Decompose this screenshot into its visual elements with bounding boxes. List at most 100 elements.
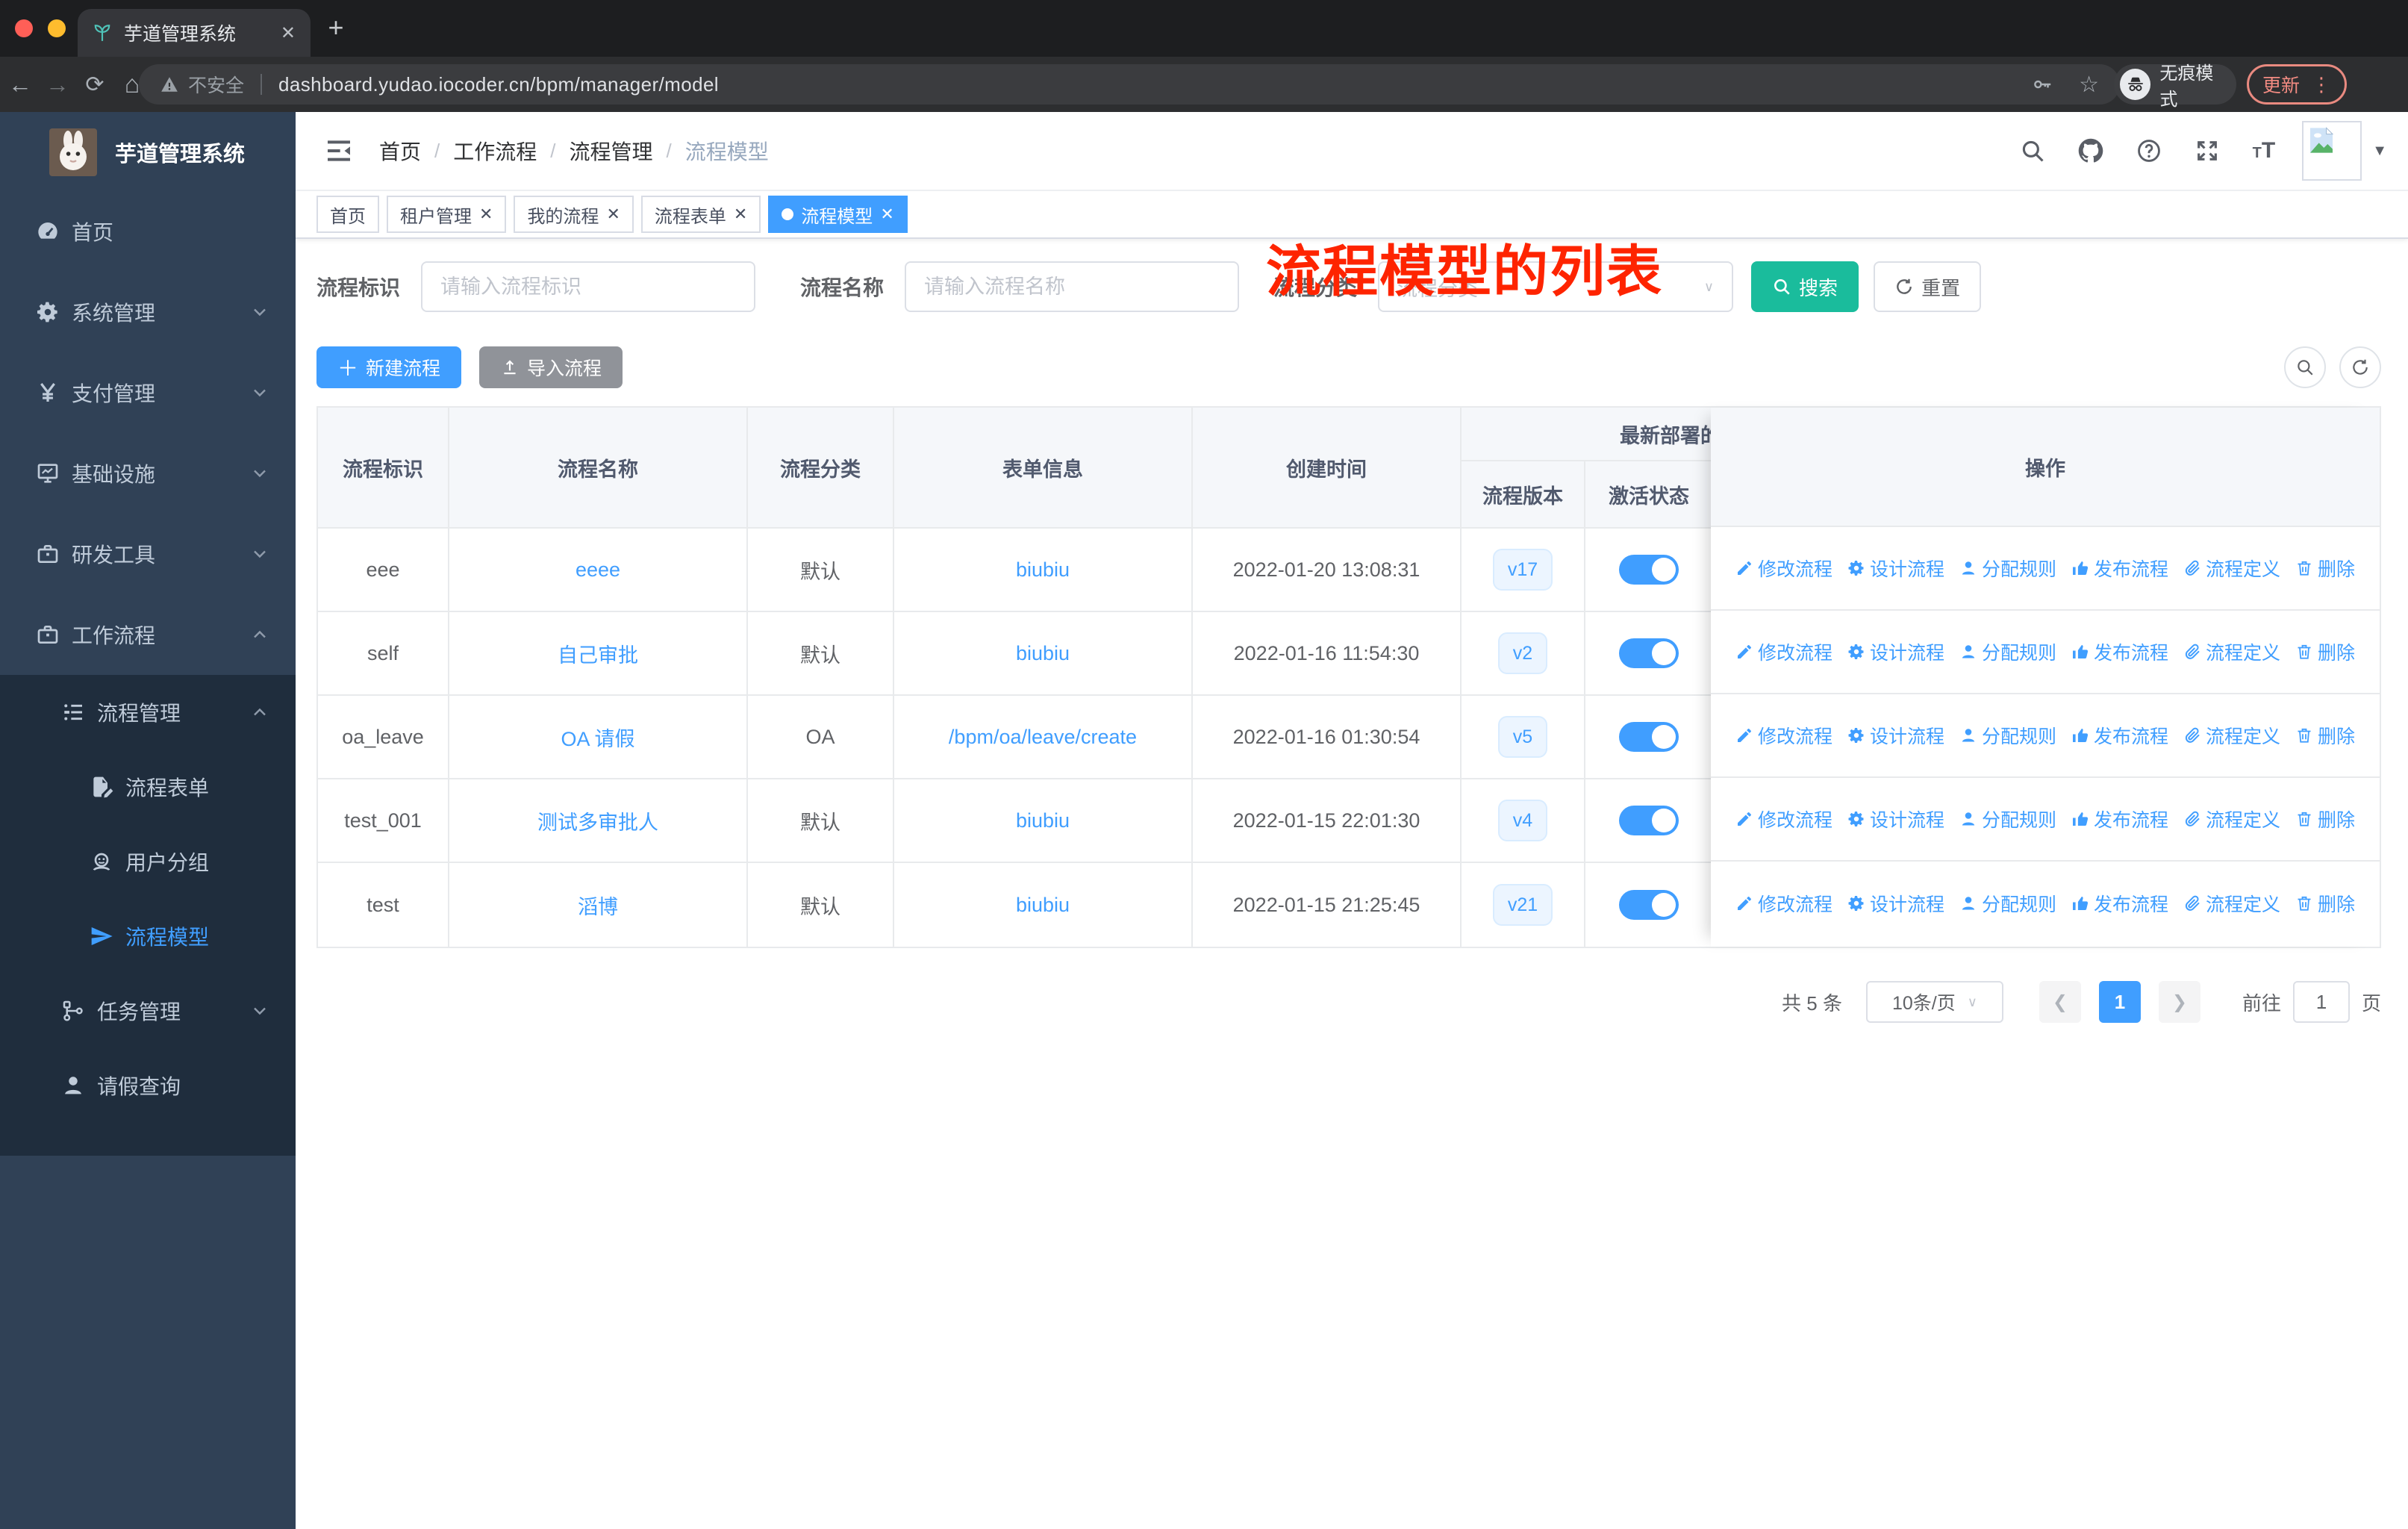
- action-assign-link[interactable]: 分配规则: [1959, 890, 2056, 917]
- action-definition-link[interactable]: 流程定义: [2183, 638, 2280, 665]
- tag-tab-首页[interactable]: 首页: [316, 196, 379, 233]
- browser-tab[interactable]: 芋道管理系统 ✕: [78, 9, 311, 57]
- action-design-link[interactable]: 设计流程: [1847, 555, 1944, 582]
- form-info-link[interactable]: biubiu: [1016, 642, 1070, 665]
- filter-id-input[interactable]: [421, 261, 756, 312]
- reset-button[interactable]: 重置: [1874, 261, 1982, 312]
- action-publish-link[interactable]: 发布流程: [2071, 890, 2168, 917]
- sidebar-item-bpm-manage[interactable]: 流程管理: [0, 675, 296, 750]
- action-definition-link[interactable]: 流程定义: [2183, 722, 2280, 749]
- process-name-link[interactable]: OA 请假: [561, 723, 634, 752]
- sidebar-item-bpm-form[interactable]: 流程表单: [0, 750, 296, 824]
- browser-update-button[interactable]: 更新 ⋮: [2247, 64, 2348, 105]
- process-name-link[interactable]: 测试多审批人: [537, 806, 658, 835]
- action-delete-link[interactable]: 删除: [2295, 890, 2355, 917]
- action-assign-link[interactable]: 分配规则: [1959, 555, 2056, 582]
- prev-page-button[interactable]: ❮: [2039, 981, 2081, 1023]
- active-toggle[interactable]: [1619, 638, 1679, 668]
- sidebar-item-devtool[interactable]: 研发工具: [0, 514, 296, 594]
- fullscreen-icon[interactable]: [2195, 138, 2220, 164]
- sidebar-item-user-group[interactable]: 用户分组: [0, 824, 296, 899]
- reload-icon[interactable]: ⟳: [78, 72, 112, 98]
- sidebar-item-home[interactable]: 首页: [0, 191, 296, 272]
- tag-tab-流程模型[interactable]: 流程模型 ✕: [768, 196, 908, 233]
- chevron-down-icon[interactable]: ▼: [2372, 143, 2387, 160]
- action-design-link[interactable]: 设计流程: [1847, 890, 1944, 917]
- action-design-link[interactable]: 设计流程: [1847, 638, 1944, 665]
- sidebar-item-infra[interactable]: 基础设施: [0, 433, 296, 514]
- sidebar-item-system[interactable]: 系统管理: [0, 272, 296, 352]
- active-toggle[interactable]: [1619, 722, 1679, 752]
- close-icon[interactable]: ✕: [479, 206, 493, 222]
- forward-icon[interactable]: →: [40, 71, 75, 99]
- show-search-button[interactable]: [2284, 346, 2326, 388]
- tab-close-icon[interactable]: ✕: [281, 22, 296, 44]
- action-publish-link[interactable]: 发布流程: [2071, 638, 2168, 665]
- action-modify-link[interactable]: 修改流程: [1735, 638, 1832, 665]
- page-size-select[interactable]: 10条/页 ∨: [1865, 981, 2003, 1023]
- form-info-link[interactable]: biubiu: [1016, 809, 1070, 832]
- close-window-button[interactable]: [15, 19, 33, 37]
- action-delete-link[interactable]: 删除: [2295, 555, 2355, 582]
- breadcrumb-item[interactable]: 流程管理: [570, 136, 653, 166]
- breadcrumb-item[interactable]: 首页: [379, 136, 421, 166]
- font-size-icon[interactable]: TT: [2253, 138, 2276, 164]
- form-info-link[interactable]: biubiu: [1016, 894, 1070, 917]
- bookmark-star-icon[interactable]: ☆: [2079, 72, 2099, 98]
- sidebar-item-leave[interactable]: 请假查询: [0, 1048, 296, 1123]
- action-publish-link[interactable]: 发布流程: [2071, 722, 2168, 749]
- action-delete-link[interactable]: 删除: [2295, 806, 2355, 832]
- action-definition-link[interactable]: 流程定义: [2183, 555, 2280, 582]
- action-definition-link[interactable]: 流程定义: [2183, 890, 2280, 917]
- sidebar-fold-icon[interactable]: [324, 136, 354, 166]
- create-process-button[interactable]: ＋ 新建流程: [316, 346, 462, 388]
- sidebar-item-bpm-model[interactable]: 流程模型: [0, 899, 296, 974]
- action-design-link[interactable]: 设计流程: [1847, 722, 1944, 749]
- active-toggle[interactable]: [1619, 555, 1679, 585]
- new-tab-button[interactable]: +: [318, 10, 354, 46]
- back-icon[interactable]: ←: [3, 71, 37, 99]
- action-assign-link[interactable]: 分配规则: [1959, 806, 2056, 832]
- action-modify-link[interactable]: 修改流程: [1735, 555, 1832, 582]
- current-page-button[interactable]: 1: [2098, 981, 2141, 1023]
- next-page-button[interactable]: ❯: [2158, 981, 2200, 1023]
- tag-tab-我的流程[interactable]: 我的流程 ✕: [514, 196, 634, 233]
- action-modify-link[interactable]: 修改流程: [1735, 890, 1832, 917]
- sidebar-item-workflow[interactable]: 工作流程: [0, 594, 296, 675]
- sidebar-item-pay[interactable]: 支付管理: [0, 352, 296, 433]
- minimize-window-button[interactable]: [48, 19, 66, 37]
- close-icon[interactable]: ✕: [880, 206, 893, 222]
- search-button[interactable]: 搜索: [1751, 261, 1859, 312]
- form-info-link[interactable]: /bpm/oa/leave/create: [949, 726, 1137, 749]
- goto-page-input[interactable]: [2292, 981, 2350, 1023]
- action-delete-link[interactable]: 删除: [2295, 638, 2355, 665]
- security-label[interactable]: 不安全: [188, 71, 244, 98]
- refresh-table-button[interactable]: [2339, 346, 2381, 388]
- form-info-link[interactable]: biubiu: [1016, 558, 1070, 582]
- tag-tab-租户管理[interactable]: 租户管理 ✕: [387, 196, 507, 233]
- close-icon[interactable]: ✕: [606, 206, 620, 222]
- action-modify-link[interactable]: 修改流程: [1735, 722, 1832, 749]
- help-icon[interactable]: [2136, 138, 2162, 164]
- address-bar[interactable]: 不安全 dashboard.yudao.iocoder.cn/bpm/manag…: [139, 64, 2120, 105]
- active-toggle[interactable]: [1619, 890, 1679, 920]
- sidebar-item-task[interactable]: 任务管理: [0, 974, 296, 1048]
- github-icon[interactable]: [2078, 138, 2103, 164]
- url-text[interactable]: dashboard.yudao.iocoder.cn/bpm/manager/m…: [278, 73, 719, 96]
- process-name-link[interactable]: 自己审批: [558, 639, 638, 668]
- action-publish-link[interactable]: 发布流程: [2071, 555, 2168, 582]
- browser-menu-icon[interactable]: ⋮: [2312, 73, 2331, 96]
- close-icon[interactable]: ✕: [734, 206, 747, 222]
- key-icon[interactable]: [2031, 73, 2053, 96]
- import-process-button[interactable]: 导入流程: [479, 346, 623, 388]
- tag-tab-流程表单[interactable]: 流程表单 ✕: [640, 196, 761, 233]
- breadcrumb-item[interactable]: 工作流程: [453, 136, 537, 166]
- search-icon[interactable]: [2020, 138, 2045, 164]
- action-modify-link[interactable]: 修改流程: [1735, 806, 1832, 832]
- action-definition-link[interactable]: 流程定义: [2183, 806, 2280, 832]
- filter-name-input[interactable]: [905, 261, 1240, 312]
- action-assign-link[interactable]: 分配规则: [1959, 722, 2056, 749]
- action-delete-link[interactable]: 删除: [2295, 722, 2355, 749]
- action-design-link[interactable]: 设计流程: [1847, 806, 1944, 832]
- active-toggle[interactable]: [1619, 806, 1679, 835]
